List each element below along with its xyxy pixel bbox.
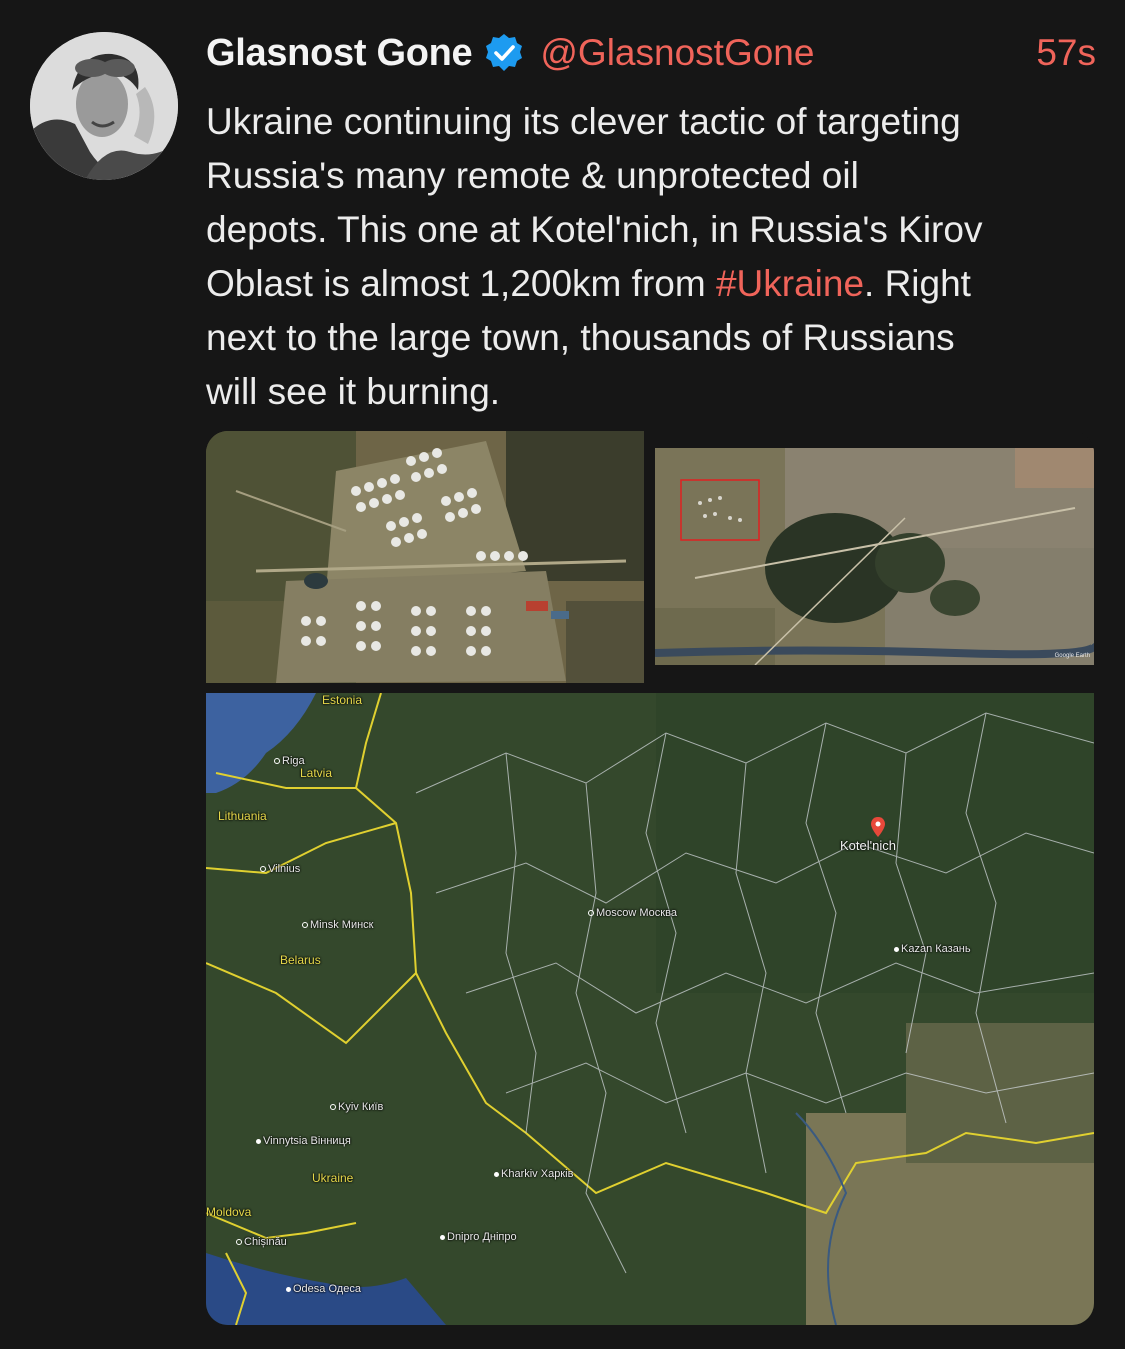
map-label-estonia: Estonia — [322, 693, 363, 707]
pilot-portrait-avatar-icon — [30, 32, 178, 180]
tweet: Glasnost Gone @GlasnostGone 57s Ukraine … — [0, 0, 1125, 1349]
tweet-header: Glasnost Gone @GlasnostGone 57s — [206, 30, 1096, 76]
oil-depot-satellite-image[interactable] — [206, 431, 644, 683]
map-label-kharkiv: Kharkiv Харків — [494, 1168, 573, 1180]
verified-badge-icon — [486, 34, 523, 71]
media-grid: Google Earth Estonia Riga Latvia Lithuan… — [206, 431, 1094, 1325]
map-label-moldova: Moldova — [206, 1205, 252, 1219]
tweet-text: Ukraine continuing its clever tactic of … — [206, 95, 1101, 419]
town-satellite-image[interactable]: Google Earth — [655, 448, 1094, 665]
tweet-timestamp[interactable]: 57s — [1036, 32, 1096, 74]
map-label-minsk: Minsk Минск — [302, 919, 373, 931]
author-handle[interactable]: @GlasnostGone — [540, 32, 814, 74]
map-label-kyiv: Kyiv Київ — [330, 1101, 383, 1113]
map-label-vinnytsia: Vinnytsia Вінниця — [256, 1135, 351, 1147]
map-label-latvia: Latvia — [300, 766, 333, 780]
map-label-kazan: Kazan Казань — [894, 943, 971, 955]
map-label-belarus: Belarus — [280, 953, 321, 967]
region-map-image[interactable]: Estonia Riga Latvia Lithuania Vilnius Mi… — [206, 693, 1094, 1325]
map-label-ukraine: Ukraine — [312, 1171, 354, 1185]
hashtag-link[interactable]: #Ukraine — [716, 263, 864, 304]
map-label-dnipro: Dnipro Дніпро — [440, 1231, 517, 1243]
map-label-odesa: Odesa Одеса — [286, 1283, 361, 1295]
map-label-moscow: Moscow Москва — [588, 907, 677, 919]
kotelnich-location-pin-icon[interactable] — [871, 817, 885, 837]
author-name[interactable]: Glasnost Gone — [206, 32, 473, 75]
google-earth-watermark: Google Earth — [1054, 653, 1090, 659]
map-label-chisinau: Chișinău — [236, 1236, 287, 1248]
author-avatar[interactable] — [30, 32, 178, 180]
map-label-vilnius: Vilnius — [260, 863, 300, 875]
map-label-kotelnich: Kotel'nich — [840, 838, 896, 853]
map-label-lithuania: Lithuania — [218, 809, 267, 823]
